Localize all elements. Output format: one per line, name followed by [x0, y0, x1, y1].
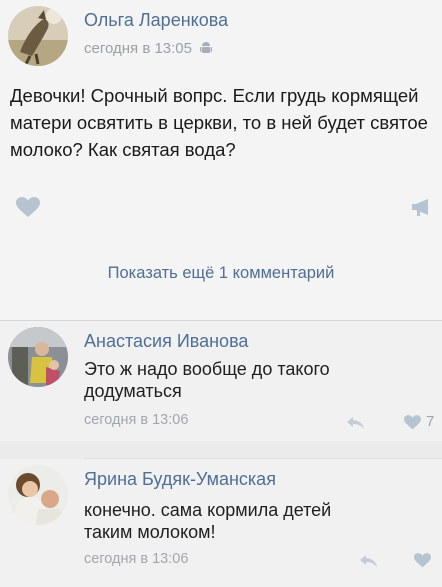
comment-item: Ярина Будяк-Уманская конечно. сама корми…	[0, 459, 442, 587]
comment-author-avatar[interactable]	[8, 465, 68, 525]
comment-author-name[interactable]: Ярина Будяк-Уманская	[84, 469, 276, 490]
post-card: Ольга Ларенкова сегодня в 13:05 Девочки!…	[0, 0, 442, 320]
heart-icon[interactable]	[16, 197, 40, 218]
comment-author-avatar[interactable]	[8, 327, 68, 387]
comment-time: сегодня в 13:06	[84, 412, 189, 428]
comment-like-count: 7	[426, 413, 435, 430]
post-text: Девочки! Срочный вопрс. Если грудь кормя…	[10, 85, 428, 160]
post-author-avatar[interactable]	[8, 6, 68, 66]
comment-author-name[interactable]: Анастасия Иванова	[84, 331, 248, 352]
show-more-comments-link[interactable]: Показать ещё 1 комментарий	[0, 264, 442, 283]
heart-icon[interactable]	[404, 415, 421, 430]
comment-item: Анастасия Иванова Это ж надо вообще до т…	[0, 321, 442, 441]
post-time: сегодня в 13:05	[84, 40, 192, 57]
post-author-name[interactable]: Ольга Ларенкова	[84, 10, 228, 31]
post-timestamp: сегодня в 13:05	[84, 40, 213, 57]
megaphone-icon[interactable]	[412, 198, 432, 218]
android-icon	[200, 42, 213, 53]
reply-arrow-icon[interactable]	[347, 416, 365, 430]
comment-time: сегодня в 13:06	[84, 551, 189, 567]
comment-text: Это ж надо вообще до такого додуматься	[84, 359, 330, 401]
comment-text: конечно. сама кормила детей таким молоко…	[84, 500, 332, 542]
heart-icon[interactable]	[414, 553, 431, 568]
reply-arrow-icon[interactable]	[360, 554, 378, 568]
